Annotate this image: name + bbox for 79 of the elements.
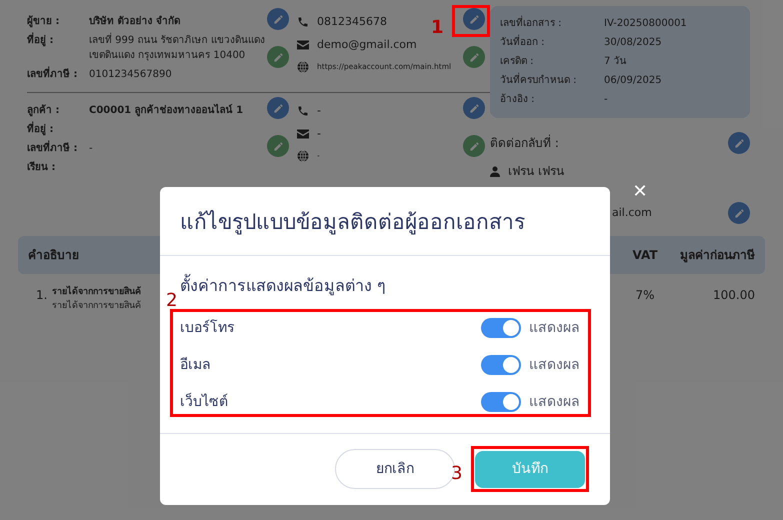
field-value: C00001 ลูกค้าช่องทางออนไลน์ 1	[89, 103, 244, 118]
pencil-icon	[468, 52, 480, 62]
row-number: 1.	[35, 287, 48, 304]
pencil-icon	[272, 102, 284, 114]
field-label: เลขที่ภาษี :	[27, 67, 89, 82]
contact-back-label: ติดต่อกลับที่ :	[490, 134, 559, 152]
edit-button[interactable]	[463, 8, 485, 30]
phone-icon	[297, 16, 309, 28]
pencil-icon	[734, 208, 744, 218]
column-header: คำอธิบาย	[28, 247, 80, 264]
toggle-switch[interactable]	[481, 318, 521, 338]
item-description: รายได้จากการขายสินค้	[52, 300, 141, 312]
toggle-status: แสดงผล	[529, 356, 580, 374]
field-value: IV-20250800001	[604, 17, 687, 31]
setting-label: อีเมล	[180, 356, 212, 374]
field-label: เรียน :	[27, 160, 56, 175]
contact-text: demo@gmail.com	[317, 36, 417, 52]
field-value: -	[604, 93, 608, 107]
field-value: 0101234567890	[89, 68, 172, 82]
field-label: ที่อยู่ :	[27, 122, 89, 137]
edit-button[interactable]	[728, 132, 750, 154]
field-label: อ้างอิง :	[500, 92, 536, 107]
email-text: ail.com	[612, 204, 652, 221]
setting-label: เว็บไซต์	[180, 392, 229, 412]
pencil-icon	[468, 102, 480, 114]
pencil-icon	[272, 52, 284, 62]
column-header: VAT	[631, 247, 658, 264]
field-value: 7 วัน	[604, 55, 627, 69]
dialog-title: แก้ไขรูปแบบข้อมูลติดต่อผู้ออกเอกสาร	[160, 187, 610, 256]
annotation-number: 2	[166, 289, 178, 313]
globe-icon	[297, 60, 309, 72]
field-label: เลขที่ภาษี :	[27, 141, 89, 156]
toggle-status: แสดงผล	[529, 392, 580, 412]
globe-icon	[297, 150, 309, 162]
pencil-icon	[468, 140, 480, 152]
column-header: มูลค่าก่อนภาษี	[679, 247, 755, 264]
toggle-switch[interactable]	[481, 355, 521, 375]
contact-text: 0812345678	[317, 14, 387, 30]
contact-text: -	[317, 126, 321, 142]
field-label: วันที่ออก :	[500, 35, 604, 51]
field-value: 30/08/2025	[604, 36, 662, 50]
pencil-icon	[734, 138, 744, 148]
edit-button[interactable]	[267, 97, 289, 119]
edit-button[interactable]	[463, 135, 485, 157]
field-label: ผู้ขาย :	[27, 14, 60, 29]
phone-icon	[297, 105, 309, 118]
setting-label: เบอร์โทร	[180, 318, 236, 338]
item-title: รายได้จากการขายสินค้	[52, 286, 141, 299]
pencil-icon	[272, 14, 284, 24]
field-label: ที่อยู่ :	[27, 33, 89, 63]
toggle-status: แสดงผล	[529, 318, 580, 338]
field-value: เลขที่ 999 ถนน รัชดาภิเษก แขวงดินแดง เขตดินแดง กรุงเทพมหานคร 10400	[89, 33, 267, 63]
edit-button[interactable]	[463, 46, 485, 68]
person-icon	[490, 166, 500, 176]
contact-text: -	[317, 103, 321, 119]
edit-button[interactable]	[267, 135, 289, 157]
edit-button[interactable]	[267, 8, 289, 30]
pencil-icon	[468, 14, 480, 24]
close-button[interactable]: ✕	[629, 183, 651, 201]
field-label: เลขที่เอกสาร :	[500, 16, 604, 32]
field-value: บริษัท ตัวอย่าง จำกัด	[89, 14, 180, 29]
field-label: วันที่ครบกำหนด :	[500, 73, 604, 89]
envelope-icon	[297, 128, 309, 139]
annotation-number: 1	[431, 16, 444, 40]
table-cell-text: 100.00	[712, 287, 755, 304]
pencil-icon	[272, 140, 284, 152]
annotation-box	[452, 5, 490, 37]
section-heading: ตั้งค่าการแสดงผลข้อมูลต่าง ๆ	[180, 274, 388, 298]
field-value: 06/09/2025	[604, 74, 662, 88]
envelope-icon	[297, 40, 309, 50]
toggle-switch[interactable]	[481, 392, 521, 412]
field-label: ลูกค้า :	[27, 103, 60, 118]
edit-button[interactable]	[267, 46, 289, 68]
edit-button[interactable]	[728, 202, 750, 224]
field-label: เครดิต :	[500, 55, 535, 69]
edit-button[interactable]	[463, 97, 485, 119]
table-cell-text: 7%	[634, 287, 656, 304]
person-name: เฟรน เฟรน	[508, 163, 564, 180]
field-value: -	[89, 142, 93, 156]
